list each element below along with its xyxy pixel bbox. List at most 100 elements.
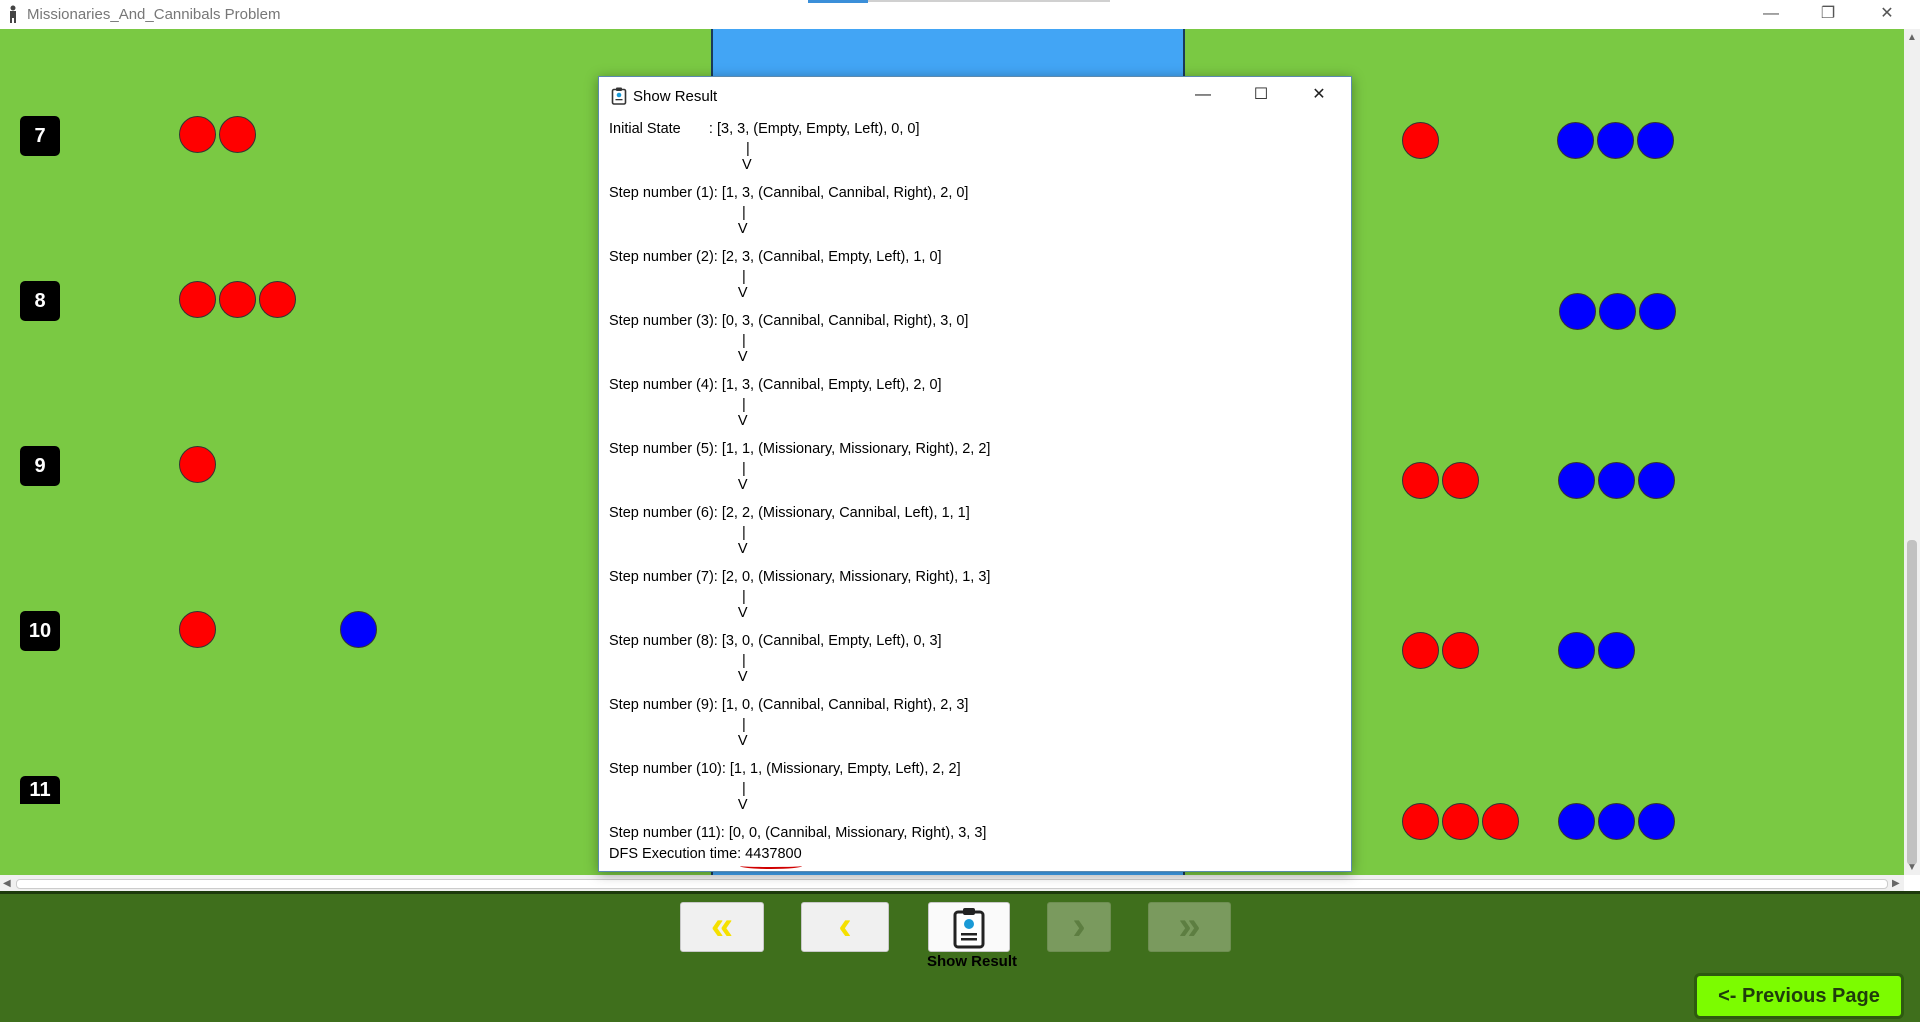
cannibal-token [179, 116, 216, 153]
cannibal-token [1442, 462, 1479, 499]
missionary-token [1638, 803, 1675, 840]
clipboard-icon [611, 87, 627, 105]
result-line: Step number (8): [3, 0, (Cannibal, Empty… [609, 633, 942, 649]
result-line: | [609, 333, 746, 349]
close-button[interactable]: ✕ [1864, 0, 1910, 29]
result-line: V [609, 477, 748, 493]
cannibal-token [179, 611, 216, 648]
show-result-label: Show Result [926, 953, 1017, 970]
cannibal-token [259, 281, 296, 318]
cannibal-token [219, 281, 256, 318]
show-result-button[interactable] [928, 902, 1010, 952]
dialog-title: Show Result [633, 88, 718, 105]
previous-step-button[interactable]: ‹ [801, 902, 889, 952]
result-line: V [609, 157, 752, 173]
result-line: V [609, 733, 748, 749]
result-line: | [609, 269, 746, 285]
dialog-maximize-button[interactable]: ☐ [1239, 77, 1283, 115]
missionary-token [1557, 122, 1594, 159]
missionary-token [1637, 122, 1674, 159]
scroll-left-icon[interactable]: ◀ [3, 878, 11, 889]
top-tab-indicator [808, 0, 868, 3]
step-number-10: 10 [20, 611, 60, 651]
result-line: | [609, 589, 746, 605]
clipboard-icon [953, 908, 985, 949]
chevron-left-icon: ‹ [838, 904, 852, 948]
execution-time-line: DFS Execution time: 4437800 [609, 846, 802, 862]
cannibal-token [219, 116, 256, 153]
step-number-8: 8 [20, 281, 60, 321]
dialog-close-button[interactable]: ✕ [1297, 77, 1341, 115]
missionary-token [1558, 632, 1595, 669]
cannibal-token [179, 281, 216, 318]
first-step-button[interactable]: « [680, 902, 764, 952]
double-chevron-left-icon: « [710, 904, 734, 948]
missionary-token [1558, 462, 1595, 499]
cannibal-token [1402, 803, 1439, 840]
step-number-9: 9 [20, 446, 60, 486]
dialog-minimize-button[interactable]: — [1181, 77, 1225, 115]
title-bar: Missionaries_And_Cannibals Problem — ❐ ✕ [0, 0, 1920, 29]
result-line: | [609, 141, 750, 157]
missionary-token [1598, 632, 1635, 669]
result-line: Initial State : [3, 3, (Empty, Empty, Le… [609, 121, 920, 137]
top-tab-track [868, 0, 1110, 2]
result-line: | [609, 397, 746, 413]
result-line: V [609, 221, 748, 237]
result-line: V [609, 669, 748, 685]
vertical-scroll-thumb[interactable] [1907, 540, 1917, 865]
result-line: Step number (3): [0, 3, (Cannibal, Canni… [609, 313, 969, 329]
missionary-token [1598, 803, 1635, 840]
app-person-icon [10, 5, 16, 23]
result-line: Step number (10): [1, 1, (Missionary, Em… [609, 761, 961, 777]
dialog-title-bar: Show Result — ☐ ✕ [599, 77, 1351, 115]
cannibal-token [1442, 803, 1479, 840]
result-line: | [609, 781, 746, 797]
result-line: V [609, 285, 748, 301]
result-line: V [609, 349, 748, 365]
result-line: | [609, 717, 746, 733]
result-line: Step number (5): [1, 1, (Missionary, Mis… [609, 441, 991, 457]
result-line: Step number (1): [1, 3, (Cannibal, Canni… [609, 185, 969, 201]
result-line: Step number (7): [2, 0, (Missionary, Mis… [609, 569, 991, 585]
result-line: V [609, 541, 748, 557]
scroll-down-icon[interactable]: ▼ [1907, 862, 1917, 873]
cannibal-token [1402, 462, 1439, 499]
result-line: V [609, 413, 748, 429]
missionary-token [1639, 293, 1676, 330]
last-step-button[interactable]: » [1148, 902, 1231, 952]
next-step-button[interactable]: › [1047, 902, 1111, 952]
result-line: | [609, 461, 746, 477]
result-line: V [609, 605, 748, 621]
missionary-token [1559, 293, 1596, 330]
double-chevron-right-icon: » [1178, 904, 1201, 948]
result-line: | [609, 205, 746, 221]
cannibal-token [1402, 122, 1439, 159]
chevron-right-icon: › [1072, 904, 1086, 948]
result-line: | [609, 653, 746, 669]
step-number-11: 11 [20, 776, 60, 804]
result-line: | [609, 525, 746, 541]
result-line: Step number (9): [1, 0, (Cannibal, Canni… [609, 697, 969, 713]
minimize-button[interactable]: — [1748, 0, 1794, 29]
missionary-token [1638, 462, 1675, 499]
cannibal-token [179, 446, 216, 483]
handwritten-underline [740, 863, 802, 869]
missionary-token [1558, 803, 1595, 840]
scroll-up-icon[interactable]: ▲ [1907, 32, 1917, 43]
missionary-token [1598, 462, 1635, 499]
result-line: Step number (11): [0, 0, (Cannibal, Miss… [609, 825, 987, 841]
step-number-7: 7 [20, 116, 60, 156]
horizontal-scroll-thumb[interactable] [16, 879, 1888, 889]
missionary-token [1597, 122, 1634, 159]
missionary-token [340, 611, 377, 648]
previous-page-button[interactable]: <- Previous Page [1694, 973, 1904, 1019]
cannibal-token [1402, 632, 1439, 669]
result-line: Step number (4): [1, 3, (Cannibal, Empty… [609, 377, 942, 393]
restore-button[interactable]: ❐ [1805, 0, 1851, 29]
show-result-dialog: Show Result — ☐ ✕ Initial State : [3, 3,… [598, 76, 1352, 872]
result-line: Step number (6): [2, 2, (Missionary, Can… [609, 505, 970, 521]
window-title: Missionaries_And_Cannibals Problem [27, 6, 281, 23]
scroll-right-icon[interactable]: ▶ [1892, 878, 1900, 889]
missionary-token [1599, 293, 1636, 330]
